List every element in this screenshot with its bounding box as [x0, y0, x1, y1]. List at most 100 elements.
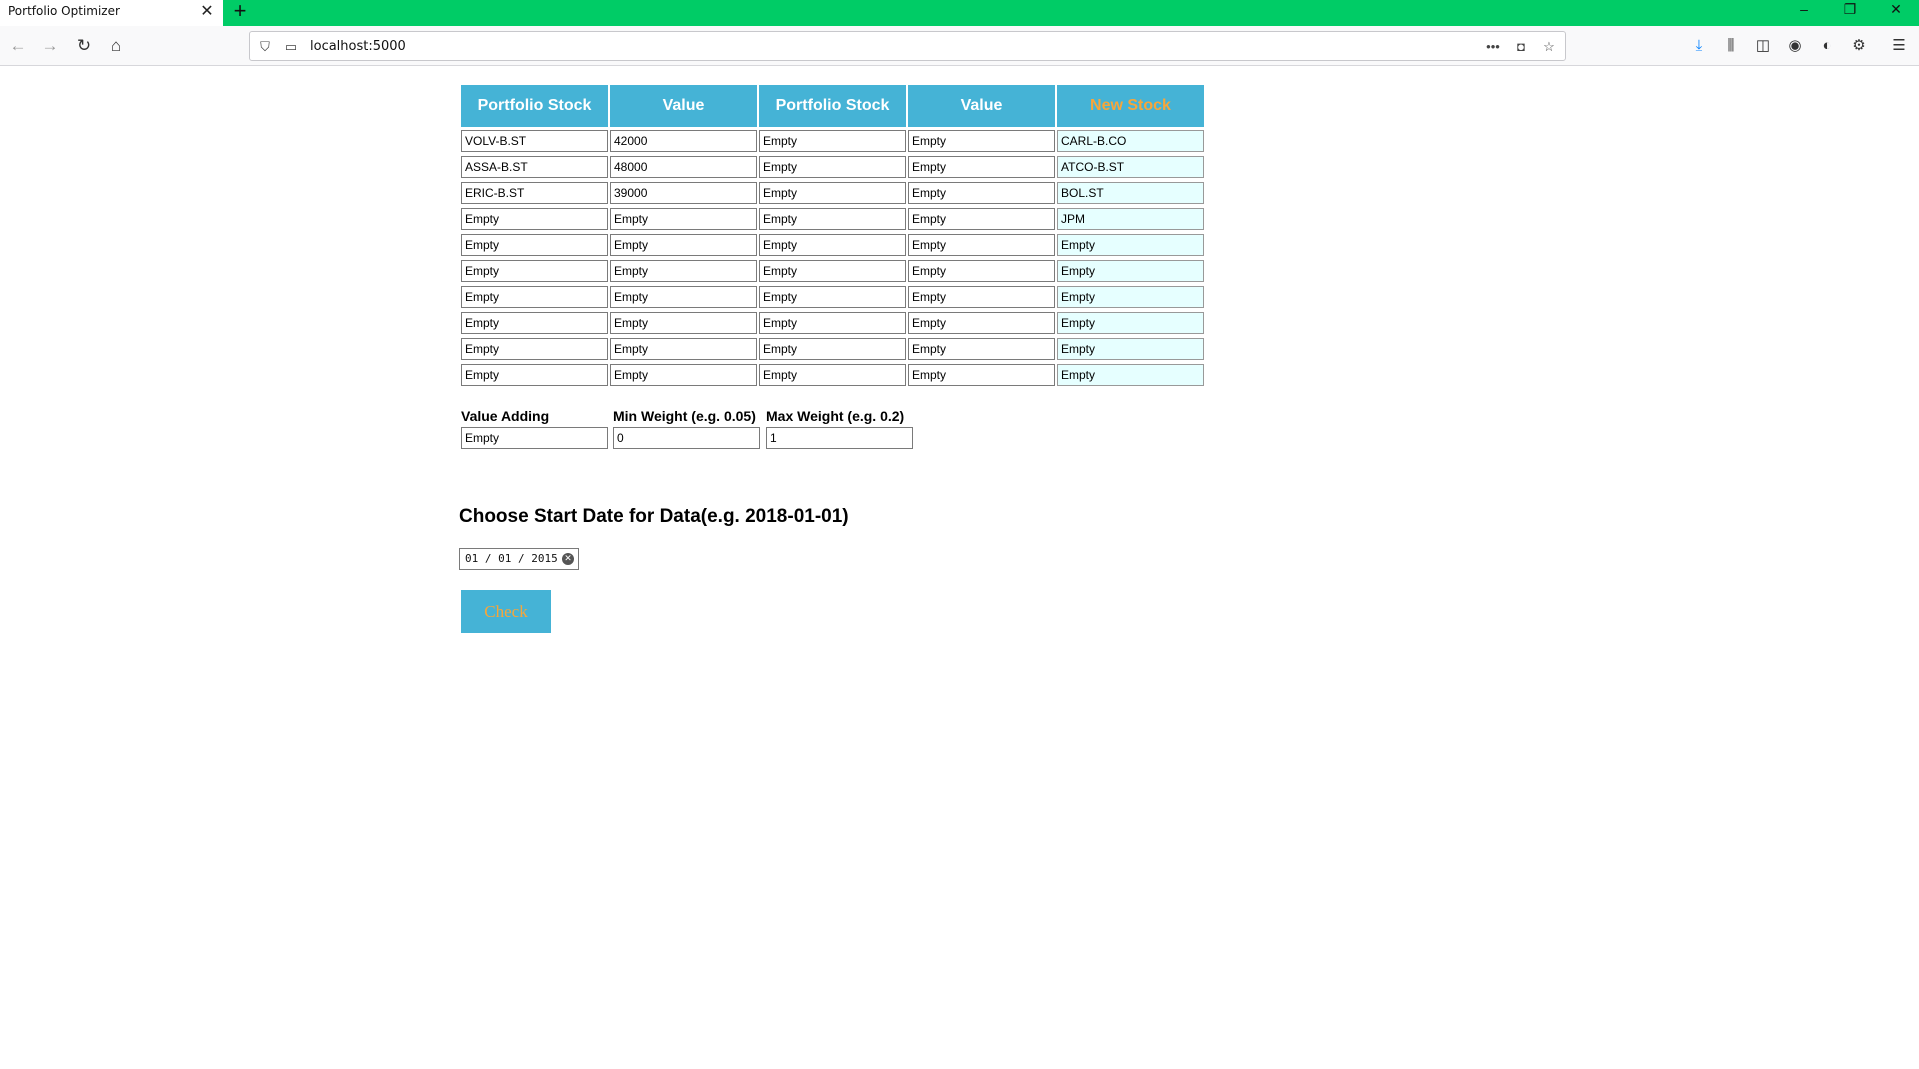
- value-input[interactable]: [908, 208, 1055, 230]
- table-cell: [759, 233, 906, 257]
- extension-gear-icon[interactable]: ⚙: [1847, 34, 1871, 58]
- portfolio-stock-input[interactable]: [759, 156, 906, 178]
- max-weight-input[interactable]: [766, 427, 913, 449]
- new-stock-input[interactable]: [1057, 130, 1204, 152]
- value-input[interactable]: [908, 260, 1055, 282]
- portfolio-stock-input[interactable]: [759, 208, 906, 230]
- portfolio-stock-input[interactable]: [461, 182, 608, 204]
- portfolio-stock-input[interactable]: [759, 364, 906, 386]
- table-cell: [908, 337, 1055, 361]
- reload-icon[interactable]: ↻: [72, 34, 96, 58]
- new-stock-input[interactable]: [1057, 364, 1204, 386]
- close-tab-icon[interactable]: ✕: [198, 2, 216, 22]
- forward-arrow-icon[interactable]: →: [38, 34, 62, 58]
- sidebar-icon[interactable]: ◫: [1751, 34, 1775, 58]
- clear-date-icon[interactable]: ✕: [562, 553, 574, 565]
- page-icon[interactable]: ▭: [282, 38, 300, 56]
- portfolio-stock-input[interactable]: [461, 364, 608, 386]
- value-input[interactable]: [610, 182, 757, 204]
- value-input[interactable]: [908, 156, 1055, 178]
- value-input[interactable]: [610, 312, 757, 334]
- portfolio-stock-input[interactable]: [759, 286, 906, 308]
- bookmark-star-icon[interactable]: ☆: [1540, 38, 1558, 56]
- portfolio-stock-input[interactable]: [759, 260, 906, 282]
- extension-icon[interactable]: ◐: [1815, 34, 1839, 58]
- new-stock-input[interactable]: [1057, 182, 1204, 204]
- table-row: [461, 259, 1204, 283]
- table-row: [461, 207, 1204, 231]
- value-input[interactable]: [610, 208, 757, 230]
- table-cell: [461, 207, 608, 231]
- table-cell: [908, 207, 1055, 231]
- value-adding-label: Value Adding: [461, 408, 550, 424]
- portfolio-stock-input[interactable]: [461, 156, 608, 178]
- new-stock-input[interactable]: [1057, 312, 1204, 334]
- value-input[interactable]: [610, 286, 757, 308]
- new-stock-input[interactable]: [1057, 286, 1204, 308]
- active-tab[interactable]: Portfolio Optimizer ✕: [0, 0, 223, 26]
- value-input[interactable]: [908, 286, 1055, 308]
- value-input[interactable]: [610, 130, 757, 152]
- start-date-input[interactable]: 01 / 01 / 2015 ✕: [459, 548, 579, 570]
- value-input[interactable]: [610, 156, 757, 178]
- table-cell: [908, 259, 1055, 283]
- new-tab-button[interactable]: +: [228, 0, 252, 24]
- value-input[interactable]: [610, 364, 757, 386]
- value-input[interactable]: [610, 338, 757, 360]
- portfolio-stock-input[interactable]: [461, 312, 608, 334]
- address-bar[interactable]: ⛉ ▭ localhost:5000 ••• ◘ ☆: [249, 31, 1566, 61]
- start-date-value[interactable]: 01 / 01 / 2015: [465, 552, 558, 565]
- more-actions-icon[interactable]: •••: [1484, 38, 1502, 56]
- table-cell: [759, 259, 906, 283]
- value-input[interactable]: [908, 338, 1055, 360]
- min-weight-input[interactable]: [613, 427, 760, 449]
- value-input[interactable]: [908, 312, 1055, 334]
- menu-icon[interactable]: ☰: [1887, 34, 1911, 58]
- header-new-stock: New Stock: [1057, 85, 1204, 127]
- value-input[interactable]: [908, 130, 1055, 152]
- url-text[interactable]: localhost:5000: [310, 39, 406, 54]
- portfolio-stock-input[interactable]: [461, 260, 608, 282]
- pocket-icon[interactable]: ◘: [1512, 38, 1530, 56]
- home-icon[interactable]: ⌂: [104, 34, 128, 58]
- library-icon[interactable]: ⫼: [1719, 34, 1743, 58]
- portfolio-stock-input[interactable]: [759, 130, 906, 152]
- table-cell: [461, 311, 608, 335]
- account-icon[interactable]: ◉: [1783, 34, 1807, 58]
- value-input[interactable]: [610, 260, 757, 282]
- table-cell: [1057, 207, 1204, 231]
- portfolio-stock-input[interactable]: [759, 338, 906, 360]
- table-cell: [759, 311, 906, 335]
- portfolio-stock-input[interactable]: [461, 130, 608, 152]
- back-arrow-icon[interactable]: ←: [6, 34, 30, 58]
- new-stock-input[interactable]: [1057, 234, 1204, 256]
- close-window-icon[interactable]: ✕: [1873, 0, 1919, 20]
- new-stock-input[interactable]: [1057, 338, 1204, 360]
- table-cell: [1057, 155, 1204, 179]
- check-button[interactable]: Check: [461, 590, 551, 633]
- table-cell: [908, 129, 1055, 153]
- value-input[interactable]: [610, 234, 757, 256]
- portfolio-stock-input[interactable]: [461, 338, 608, 360]
- value-input[interactable]: [908, 182, 1055, 204]
- portfolio-stock-input[interactable]: [759, 234, 906, 256]
- table-cell: [908, 363, 1055, 387]
- value-input[interactable]: [908, 234, 1055, 256]
- table-cell: [908, 285, 1055, 309]
- shield-icon[interactable]: ⛉: [256, 38, 274, 56]
- new-stock-input[interactable]: [1057, 260, 1204, 282]
- value-input[interactable]: [908, 364, 1055, 386]
- portfolio-stock-input[interactable]: [461, 286, 608, 308]
- portfolio-stock-input[interactable]: [759, 312, 906, 334]
- value-adding-input[interactable]: [461, 427, 608, 449]
- table-row: [461, 337, 1204, 361]
- table-cell: [759, 337, 906, 361]
- portfolio-stock-input[interactable]: [461, 208, 608, 230]
- restore-icon[interactable]: ❐: [1827, 0, 1873, 20]
- new-stock-input[interactable]: [1057, 208, 1204, 230]
- minimize-icon[interactable]: –: [1781, 0, 1827, 20]
- portfolio-stock-input[interactable]: [759, 182, 906, 204]
- portfolio-stock-input[interactable]: [461, 234, 608, 256]
- new-stock-input[interactable]: [1057, 156, 1204, 178]
- download-icon[interactable]: ⤓: [1687, 34, 1711, 58]
